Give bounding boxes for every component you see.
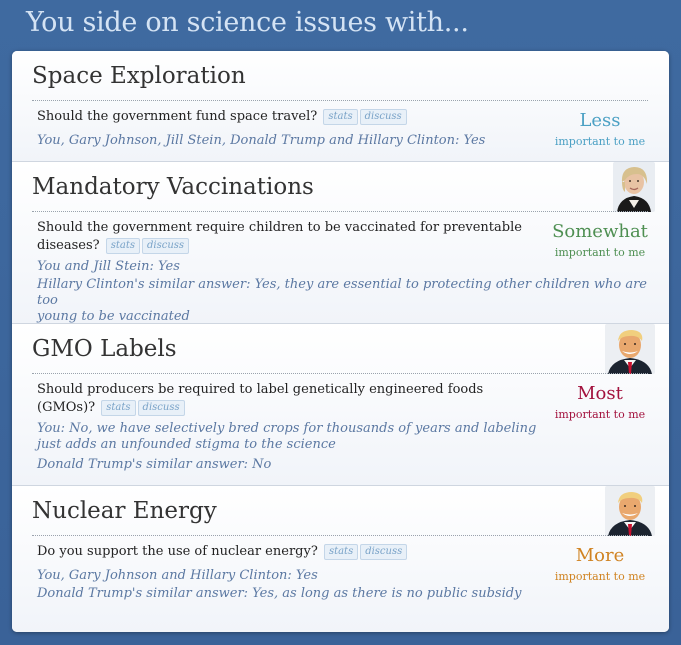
- similar-answer: Donald Trump's similar answer: Yes, as l…: [37, 586, 522, 601]
- stats-button[interactable]: stats: [323, 109, 358, 125]
- divider: [32, 535, 648, 536]
- section-gmo-labels: GMO Labels Should producers be required …: [12, 324, 669, 486]
- hillary-clinton-avatar[interactable]: [613, 162, 655, 212]
- section-title[interactable]: Nuclear Energy: [32, 498, 217, 524]
- similar-answer: Hillary Clinton's similar answer: Yes, t…: [37, 277, 647, 325]
- section-space-exploration: Space Exploration Should the government …: [12, 51, 669, 162]
- similar-answer-line-1: Hillary Clinton's similar answer: Yes, t…: [37, 277, 647, 308]
- discuss-button[interactable]: discuss: [360, 544, 408, 560]
- question-text: Should the government require children t…: [37, 219, 547, 255]
- answer-line: You: No, we have selectively bred crops …: [37, 421, 537, 453]
- stats-button[interactable]: stats: [101, 400, 136, 416]
- question-label: Should the government fund space travel?: [37, 109, 318, 124]
- question-line-1: Should producers be required to label ge…: [37, 382, 484, 397]
- section-nuclear-energy: Nuclear Energy Do you support the use of…: [12, 486, 669, 632]
- similar-answer: Donald Trump's similar answer: No: [37, 457, 272, 472]
- importance-indicator: Less important to me: [540, 110, 660, 148]
- importance-level: Somewhat: [552, 221, 648, 242]
- importance-level: Less: [579, 110, 621, 131]
- divider: [32, 211, 648, 212]
- divider: [32, 100, 648, 101]
- discuss-button[interactable]: discuss: [137, 400, 185, 416]
- importance-level: More: [575, 545, 625, 566]
- discuss-button[interactable]: discuss: [359, 109, 407, 125]
- answer-line-1: You: No, we have selectively bred crops …: [37, 421, 537, 436]
- page-title: You side on science issues with...: [26, 7, 469, 38]
- question-line-2: (GMOs)?: [37, 400, 96, 415]
- importance-sub: important to me: [554, 246, 646, 259]
- answer-line: You, Gary Johnson and Hillary Clinton: Y…: [37, 568, 318, 583]
- question-text: Do you support the use of nuclear energy…: [37, 543, 408, 561]
- section-title[interactable]: Space Exploration: [32, 63, 246, 89]
- answer-line: You, Gary Johnson, Jill Stein, Donald Tr…: [37, 133, 486, 148]
- importance-sub: important to me: [554, 135, 646, 148]
- question-text: Should the government fund space travel?…: [37, 108, 407, 126]
- similar-answer-line-2: young to be vaccinated: [37, 309, 190, 324]
- discuss-button[interactable]: discuss: [142, 238, 190, 254]
- answer-line: You and Jill Stein: Yes: [37, 259, 180, 274]
- answer-line-2: just adds an unfounded stigma to the sci…: [37, 437, 336, 452]
- donald-trump-avatar[interactable]: [605, 324, 655, 374]
- stats-button[interactable]: stats: [105, 238, 141, 254]
- importance-indicator: More important to me: [540, 545, 660, 583]
- stats-button[interactable]: stats: [323, 544, 359, 560]
- importance-indicator: Most important to me: [540, 383, 660, 421]
- question-label: Do you support the use of nuclear energy…: [37, 544, 318, 559]
- question-text: Should producers be required to label ge…: [37, 381, 547, 417]
- importance-indicator: Somewhat important to me: [540, 221, 660, 259]
- importance-sub: important to me: [554, 408, 646, 421]
- section-title[interactable]: Mandatory Vaccinations: [32, 174, 314, 200]
- divider: [32, 373, 648, 374]
- importance-sub: important to me: [554, 570, 646, 583]
- issues-card: Space Exploration Should the government …: [12, 51, 669, 632]
- section-title[interactable]: GMO Labels: [32, 336, 177, 362]
- donald-trump-avatar[interactable]: [605, 486, 655, 536]
- question-line-1: Should the government require children t…: [37, 220, 522, 235]
- importance-level: Most: [577, 383, 623, 404]
- question-line-2: diseases?: [37, 238, 100, 253]
- section-mandatory-vaccinations: Mandatory Vaccinations Should the govern…: [12, 162, 669, 324]
